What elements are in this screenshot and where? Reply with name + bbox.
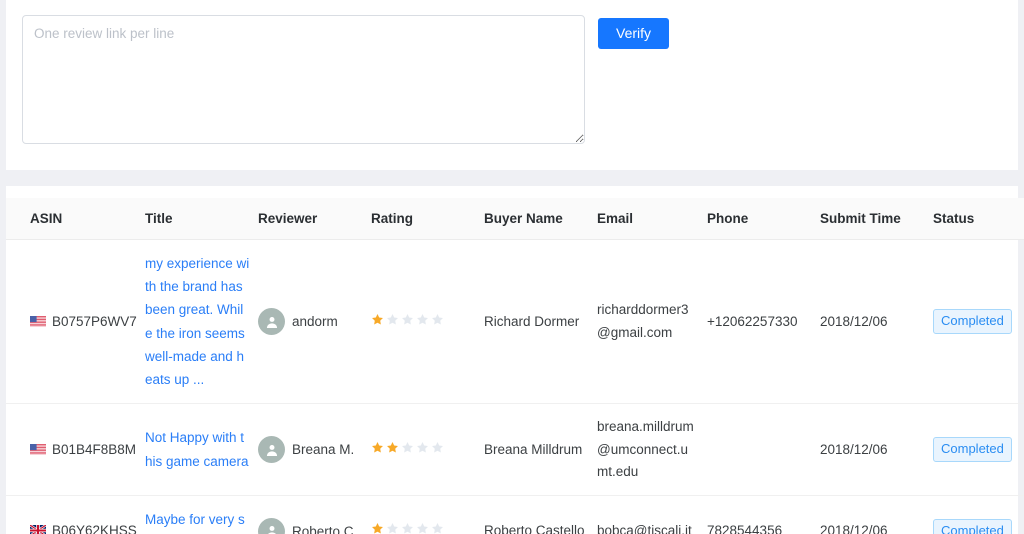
rating-star (416, 441, 429, 454)
cell-status: Completed (933, 496, 1024, 534)
cell-reviewer: andorm (258, 239, 371, 405)
cell-buyer-name: Breana Milldrum (484, 403, 597, 497)
column-header-phone[interactable]: Phone (707, 198, 820, 240)
column-header-submit-time[interactable]: Submit Time (820, 198, 933, 240)
asin-value: B01B4F8B8M (52, 441, 137, 457)
cell-phone: 7828544356 (707, 523, 783, 534)
asin-value: B06Y62KHSS (52, 523, 137, 534)
table-header-row: ASIN Title Reviewer Rating Buyer Name Em… (6, 198, 1024, 240)
avatar (258, 308, 285, 336)
column-header-asin[interactable]: ASIN (30, 198, 145, 240)
rating-star (401, 313, 414, 326)
cell-email: bobca@tiscali.it (597, 523, 692, 534)
column-header-email[interactable]: Email (597, 198, 707, 240)
cell-title: Maybe for very small cars. (145, 496, 258, 534)
rating-star (416, 522, 429, 534)
cell-rating (371, 403, 484, 497)
cell-title: Not Happy with this game camera (145, 403, 258, 497)
rating-star (431, 522, 444, 534)
cell-phone: +12062257330 (707, 239, 820, 405)
review-links-input[interactable] (22, 15, 585, 144)
rating-star (371, 313, 384, 326)
row-spacer (6, 496, 30, 534)
column-header-buyer-name[interactable]: Buyer Name (484, 198, 597, 240)
asin-value: B0757P6WV7 (52, 313, 137, 329)
column-header-status[interactable]: Status (933, 198, 1024, 240)
rating-star (401, 522, 414, 534)
cell-rating (371, 496, 484, 534)
header-spacer (6, 198, 30, 240)
table-body: B0757P6WV7 my experience with the brand h… (6, 239, 1024, 534)
panel-divider (0, 170, 1024, 186)
rating-star (386, 522, 399, 534)
avatar (258, 517, 285, 534)
rating-star (386, 313, 399, 326)
us-flag-icon (30, 443, 46, 455)
cell-email: breana.milldrum@umconnect.umt.edu (597, 403, 707, 497)
cell-email: richarddormer3@gmail.com (597, 239, 707, 405)
column-header-reviewer[interactable]: Reviewer (258, 198, 371, 240)
status-badge: Completed (933, 309, 1012, 334)
review-title-link[interactable]: Maybe for very small cars. (145, 508, 250, 534)
reviewer-name: andorm (292, 313, 338, 329)
verify-panel: Verify (6, 0, 1018, 170)
cell-buyer-name: Richard Dormer (484, 239, 597, 405)
rating-star (371, 522, 384, 534)
cell-status: Completed (933, 239, 1024, 405)
column-header-title[interactable]: Title (145, 198, 258, 240)
cell-asin: B0757P6WV7 (30, 239, 145, 405)
rating-star (371, 441, 384, 454)
rating-star (401, 441, 414, 454)
table-row[interactable]: B06Y62KHSS Maybe for very small cars. Robe… (6, 496, 1024, 534)
row-spacer (6, 239, 30, 405)
reviews-table-panel: ASIN Title Reviewer Rating Buyer Name Em… (6, 186, 1024, 534)
rating-star (431, 441, 444, 454)
uk-flag-icon (30, 525, 46, 534)
row-spacer (6, 403, 30, 497)
cell-submit-time: 2018/12/06 (820, 239, 933, 405)
rating-star (386, 441, 399, 454)
reviews-table: ASIN Title Reviewer Rating Buyer Name Em… (6, 198, 1024, 534)
cell-title: my experience with the brand has been gr… (145, 239, 258, 405)
cell-submit-time: 2018/12/06 (820, 523, 888, 534)
review-title-link[interactable]: Not Happy with this game camera (145, 426, 250, 472)
table-row[interactable]: B0757P6WV7 my experience with the brand h… (6, 239, 1024, 405)
table-header: ASIN Title Reviewer Rating Buyer Name Em… (6, 198, 1024, 240)
rating-star (431, 313, 444, 326)
cell-buyer-name: Roberto Castello (484, 523, 585, 534)
us-flag-icon (30, 315, 46, 327)
reviewer-name: Breana M. (292, 441, 355, 457)
cell-reviewer: Breana M. (258, 403, 371, 497)
rating-star (416, 313, 429, 326)
cell-asin: B01B4F8B8M (30, 403, 145, 497)
table-row[interactable]: B01B4F8B8M Not Happy with this game camer… (6, 403, 1024, 497)
cell-submit-time: 2018/12/06 (820, 403, 933, 497)
status-badge: Completed (933, 519, 1012, 534)
status-badge: Completed (933, 437, 1012, 462)
reviewer-name: Roberto C. (292, 523, 358, 534)
review-title-link[interactable]: my experience with the brand has been gr… (145, 252, 250, 391)
column-header-rating[interactable]: Rating (371, 198, 484, 240)
verify-button[interactable]: Verify (598, 18, 670, 49)
cell-phone (707, 403, 820, 497)
verify-row: Verify (6, 10, 1018, 144)
cell-asin: B06Y62KHSS (30, 496, 145, 534)
cell-reviewer: Roberto C. (258, 496, 371, 534)
cell-status: Completed (933, 403, 1024, 497)
avatar (258, 436, 285, 464)
cell-rating (371, 239, 484, 405)
